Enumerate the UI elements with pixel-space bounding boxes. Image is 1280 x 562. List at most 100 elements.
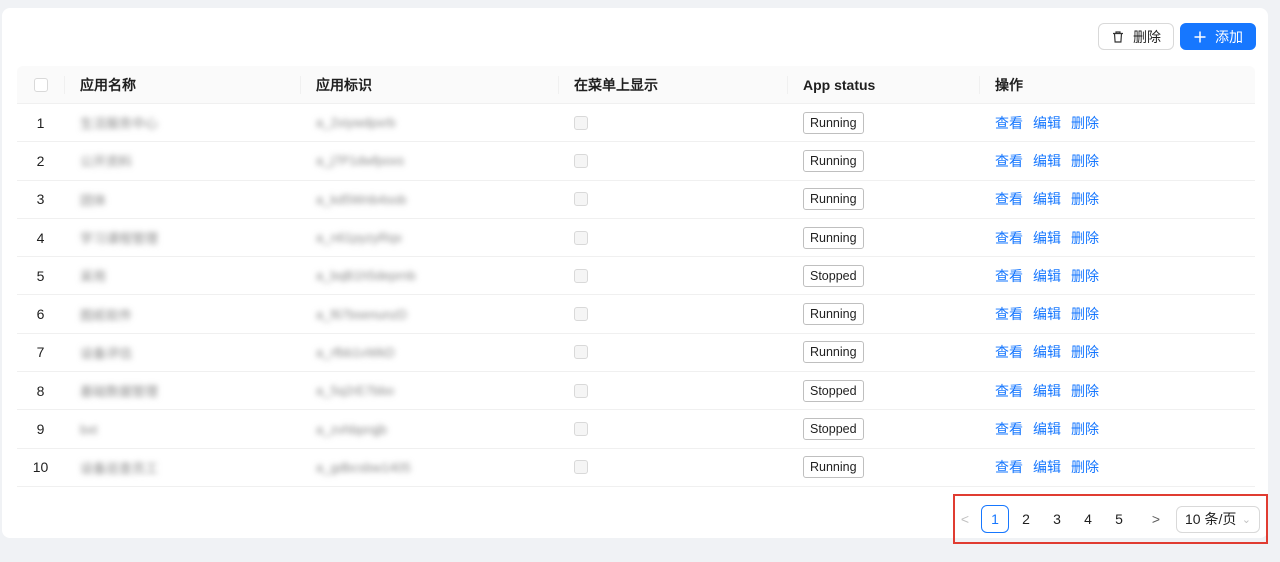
- delete-link[interactable]: 删除: [1071, 266, 1099, 286]
- add-button[interactable]: 添加: [1180, 23, 1256, 50]
- page-4-button[interactable]: 4: [1074, 505, 1102, 533]
- view-link[interactable]: 查看: [995, 113, 1023, 133]
- app-name: 学习课程管理: [80, 231, 159, 247]
- app-name: 设备巡查员工: [80, 460, 159, 476]
- show-in-menu-checkbox: [574, 153, 588, 168]
- app-key-cell: a_5q2rE7bbo: [300, 372, 558, 409]
- table-header: 应用名称 应用标识 在菜单上显示 App status 操作: [17, 66, 1255, 104]
- delete-link[interactable]: 删除: [1071, 304, 1099, 324]
- status-badge: Stopped: [803, 264, 864, 287]
- toolbar: 删除 添加: [1098, 23, 1256, 50]
- view-link[interactable]: 查看: [995, 342, 1023, 362]
- row-index: 4: [17, 219, 64, 256]
- pagination: < 12345 > 10 条/页 ⌄: [953, 494, 1268, 544]
- edit-link[interactable]: 编辑: [1033, 304, 1061, 324]
- edit-link[interactable]: 编辑: [1033, 189, 1061, 209]
- table-row: 3 团体 a_kd5Wnb4sob Running 查看 编辑 删除: [17, 181, 1255, 219]
- header-menu: 在菜单上显示: [558, 66, 787, 103]
- select-all-checkbox[interactable]: [33, 77, 48, 92]
- show-in-menu-cell: [558, 181, 787, 218]
- next-page-button[interactable]: >: [1148, 511, 1164, 527]
- delete-link[interactable]: 删除: [1071, 189, 1099, 209]
- delete-link[interactable]: 删除: [1071, 113, 1099, 133]
- edit-link[interactable]: 编辑: [1033, 266, 1061, 286]
- view-link[interactable]: 查看: [995, 419, 1023, 439]
- edit-link[interactable]: 编辑: [1033, 381, 1061, 401]
- page-size-select[interactable]: 10 条/页 ⌄: [1176, 505, 1260, 533]
- app-name-cell: 采用: [64, 257, 300, 294]
- view-link[interactable]: 查看: [995, 151, 1023, 171]
- table-row: 1 生活服务中心 a_2xiywdpxrb Running 查看 编辑 删除: [17, 104, 1255, 143]
- row-index-text: 8: [36, 382, 45, 399]
- status-cell: Running: [787, 219, 979, 256]
- app-name-cell: 生活服务中心: [64, 104, 300, 141]
- edit-link[interactable]: 编辑: [1033, 342, 1061, 362]
- prev-page-button[interactable]: <: [957, 511, 973, 527]
- status-cell: Stopped: [787, 410, 979, 447]
- view-link[interactable]: 查看: [995, 228, 1023, 248]
- status-cell: Stopped: [787, 257, 979, 294]
- page-2-button[interactable]: 2: [1012, 505, 1040, 533]
- status-badge: Running: [803, 226, 864, 249]
- actions-cell: 查看 编辑 删除: [979, 104, 1255, 141]
- edit-link[interactable]: 编辑: [1033, 113, 1061, 133]
- page-5-button[interactable]: 5: [1105, 505, 1133, 533]
- show-in-menu-checkbox: [574, 192, 588, 207]
- app-name: 采用: [80, 269, 107, 285]
- app-table: 应用名称 应用标识 在菜单上显示 App status 操作 1 生活服务中心 …: [17, 66, 1255, 487]
- show-in-menu-checkbox: [574, 422, 588, 437]
- actions-cell: 查看 编辑 删除: [979, 219, 1255, 256]
- delete-link[interactable]: 删除: [1071, 419, 1099, 439]
- status-badge: Running: [803, 303, 864, 326]
- delete-link[interactable]: 删除: [1071, 457, 1099, 477]
- page-3-button[interactable]: 3: [1043, 505, 1071, 533]
- edit-link[interactable]: 编辑: [1033, 419, 1061, 439]
- row-index-text: 4: [36, 229, 45, 246]
- row-index-text: 2: [36, 152, 45, 169]
- delete-button[interactable]: 删除: [1098, 23, 1174, 50]
- view-link[interactable]: 查看: [995, 381, 1023, 401]
- show-in-menu-checkbox: [574, 230, 588, 245]
- table-row: 8 基础数据管理 a_5q2rE7bbo Stopped 查看 编辑 删除: [17, 372, 1255, 411]
- select-all-cell: [17, 66, 64, 103]
- table-row: 2 公开资料 a_j7P1dwfpoxs Running 查看 编辑 删除: [17, 142, 1255, 181]
- view-link[interactable]: 查看: [995, 266, 1023, 286]
- delete-link[interactable]: 删除: [1071, 151, 1099, 171]
- app-name: bxt: [80, 421, 98, 437]
- app-name-cell: 团体: [64, 181, 300, 218]
- app-key-cell: a_bqB1h5deprnb: [300, 257, 558, 294]
- actions-cell: 查看 编辑 删除: [979, 181, 1255, 218]
- status-cell: Running: [787, 295, 979, 332]
- row-index: 1: [17, 104, 64, 141]
- app-name: 团体: [80, 192, 107, 208]
- page-1-button[interactable]: 1: [981, 505, 1009, 533]
- row-index: 2: [17, 142, 64, 179]
- trash-icon: [1111, 30, 1125, 44]
- table-row: 7 设备评估 a_rfbb1vWkD Running 查看 编辑 删除: [17, 334, 1255, 373]
- show-in-menu-checkbox: [574, 307, 588, 322]
- delete-link[interactable]: 删除: [1071, 381, 1099, 401]
- show-in-menu-checkbox: [574, 345, 588, 360]
- delete-link[interactable]: 删除: [1071, 342, 1099, 362]
- table-row: 5 采用 a_bqB1h5deprnb Stopped 查看 编辑 删除: [17, 257, 1255, 296]
- view-link[interactable]: 查看: [995, 189, 1023, 209]
- edit-link[interactable]: 编辑: [1033, 457, 1061, 477]
- edit-link[interactable]: 编辑: [1033, 151, 1061, 171]
- actions-cell: 查看 编辑 删除: [979, 142, 1255, 179]
- chevron-down-icon: ⌄: [1241, 513, 1251, 526]
- app-name-cell: 设备评估: [64, 334, 300, 371]
- show-in-menu-cell: [558, 219, 787, 256]
- view-link[interactable]: 查看: [995, 304, 1023, 324]
- row-index-text: 1: [36, 114, 45, 131]
- view-link[interactable]: 查看: [995, 457, 1023, 477]
- actions-cell: 查看 编辑 删除: [979, 410, 1255, 447]
- show-in-menu-cell: [558, 295, 787, 332]
- table-body: 1 生活服务中心 a_2xiywdpxrb Running 查看 编辑 删除 2…: [17, 104, 1255, 487]
- app-key: a_rfbb1vWkD: [316, 344, 395, 360]
- row-index-text: 9: [36, 421, 45, 438]
- status-cell: Stopped: [787, 372, 979, 409]
- row-index: 5: [17, 257, 64, 294]
- edit-link[interactable]: 编辑: [1033, 228, 1061, 248]
- delete-link[interactable]: 删除: [1071, 228, 1099, 248]
- app-key: a_bqB1h5deprnb: [316, 268, 416, 284]
